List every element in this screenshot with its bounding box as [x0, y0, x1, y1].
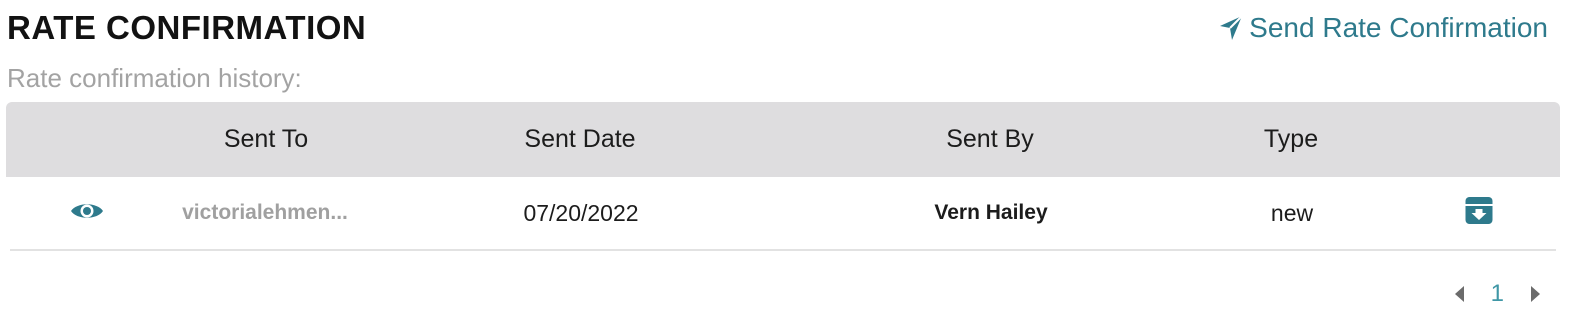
column-header-sent-by: Sent By [946, 125, 1034, 153]
type-cell: new [1270, 200, 1314, 226]
archive-download-button[interactable] [1465, 177, 1494, 249]
history-table: Sent To Sent Date Sent By Type victorial… [6, 102, 1560, 251]
caret-left-icon[interactable] [1454, 286, 1465, 302]
table-row: victorialehmen... 07/20/2022 Vern Hailey… [10, 177, 1556, 251]
rate-confirmation-panel: RATE CONFIRMATION Send Rate Confirmation… [0, 0, 1578, 322]
pagination: 1 [1454, 280, 1540, 308]
table-header: Sent To Sent Date Sent By Type [6, 102, 1560, 177]
page-title: RATE CONFIRMATION [7, 9, 367, 46]
send-button-label: Send Rate Confirmation [1249, 12, 1548, 43]
archive-download-icon [1465, 196, 1494, 230]
caret-right-icon[interactable] [1530, 286, 1540, 302]
column-header-sent-date: Sent Date [524, 125, 636, 153]
view-button[interactable] [70, 177, 104, 249]
column-header-sent-to: Sent To [223, 125, 309, 153]
current-page-number[interactable]: 1 [1491, 280, 1504, 308]
sent-date-cell: 07/20/2022 [523, 200, 639, 226]
send-rate-confirmation-button[interactable]: Send Rate Confirmation [1219, 9, 1548, 47]
column-header-type: Type [1263, 125, 1319, 153]
history-label: Rate confirmation history: [7, 63, 302, 93]
paper-plane-icon [1219, 15, 1243, 41]
eye-icon [70, 200, 104, 227]
sent-by-cell: Vern Hailey [934, 201, 1048, 224]
sent-to-cell: victorialehmen... [182, 201, 348, 224]
